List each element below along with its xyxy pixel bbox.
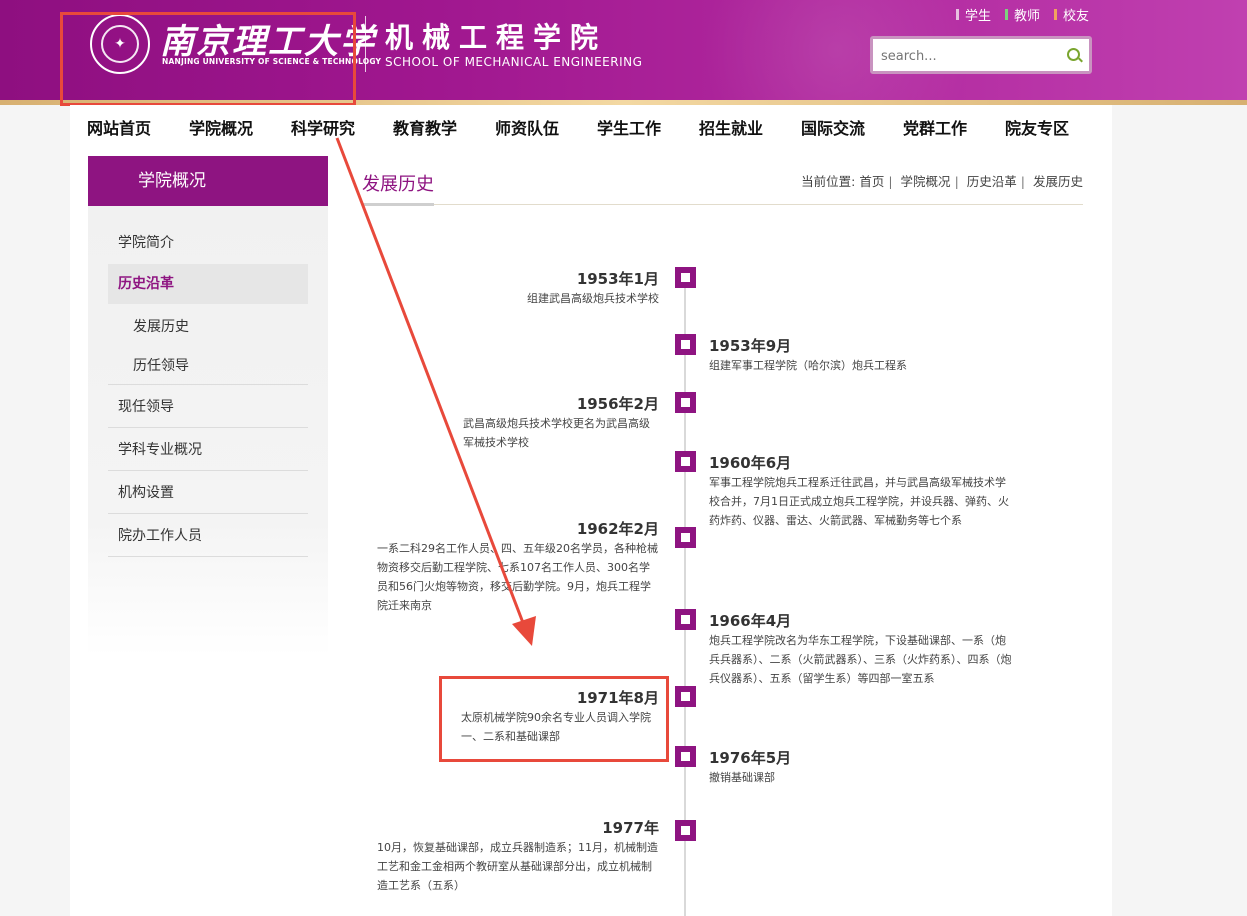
annotation-arrow-head — [512, 616, 536, 646]
annotation-arrow-shaft — [335, 137, 527, 629]
annotation-arrow — [335, 137, 536, 646]
